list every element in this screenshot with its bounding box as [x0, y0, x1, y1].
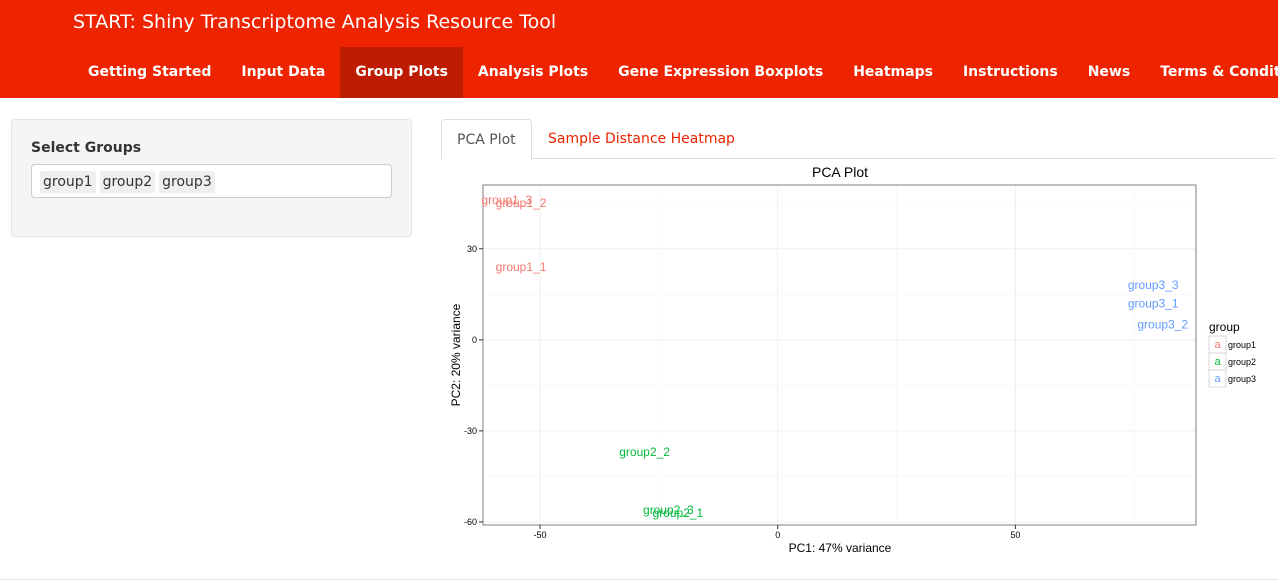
nav-item-gene-expression-boxplots[interactable]: Gene Expression Boxplots: [603, 47, 838, 98]
footer-divider: [0, 579, 1278, 580]
tab-pca-plot[interactable]: PCA Plot: [441, 119, 532, 160]
legend-key-glyph: a: [1214, 373, 1221, 385]
group-chip[interactable]: group3: [159, 171, 215, 193]
tab-sample-distance-heatmap[interactable]: Sample Distance Heatmap: [533, 119, 750, 160]
y-tick-label: -60: [464, 517, 477, 527]
point-label-group3-2: group3_2: [1137, 318, 1188, 332]
plot-panel-border: [482, 184, 1197, 526]
pca-plot: PCA Plot -50 0 50-60-30030 group1_3group1_…: [449, 164, 1256, 555]
point-label-group3-1: group3_1: [1128, 296, 1179, 310]
nav-item-news[interactable]: News: [1073, 47, 1145, 98]
nav-item-getting-started[interactable]: Getting Started: [73, 47, 226, 98]
y-tick-label: 30: [467, 244, 477, 254]
legend: group a group1 a group2 a group3: [1208, 320, 1256, 388]
nav-item-group-plots[interactable]: Group Plots: [340, 47, 463, 98]
group-select-input[interactable]: group1 group2 group3: [31, 164, 392, 198]
select-groups-label: Select Groups: [31, 140, 142, 156]
point-label-group1-1: group1_1: [496, 260, 547, 274]
navbar: START: Shiny Transcriptome Analysis Reso…: [0, 0, 1278, 98]
x-tick-label: 0: [775, 530, 780, 540]
plot-tabs: PCA Plot Sample Distance Heatmap: [441, 119, 1275, 160]
legend-title: group: [1209, 320, 1240, 334]
axes: -50 0 50 -60 -30 0 30: [464, 244, 1020, 540]
chart-title: PCA Plot: [812, 164, 868, 180]
point-label-group2-1: group2_1: [653, 506, 704, 520]
app-title: START: Shiny Transcriptome Analysis Reso…: [73, 11, 557, 33]
x-tick-label: 50: [1010, 530, 1020, 540]
legend-key-glyph: a: [1214, 339, 1221, 351]
y-axis-label: PC2: 20% variance: [449, 303, 463, 406]
group-chip[interactable]: group1: [40, 171, 96, 193]
x-axis-label: PC1: 47% variance: [789, 541, 892, 555]
point-label-group3-3: group3_3: [1128, 278, 1179, 292]
nav-menu: Getting Started Input Data Group Plots A…: [73, 47, 1278, 98]
x-tick-label: -50: [534, 530, 547, 540]
legend-key-glyph: a: [1214, 356, 1221, 368]
y-tick-label: 0: [472, 335, 477, 345]
nav-item-instructions[interactable]: Instructions: [948, 47, 1073, 98]
nav-item-terms-conditions[interactable]: Terms & Conditions: [1145, 47, 1278, 98]
point-label-group2-2: group2_2: [619, 445, 670, 459]
sidebar-panel: Select Groups group1 group2 group3: [11, 119, 412, 237]
nav-item-heatmaps[interactable]: Heatmaps: [838, 47, 948, 98]
y-tick-label: -30: [464, 426, 477, 436]
nav-item-analysis-plots[interactable]: Analysis Plots: [463, 47, 603, 98]
group-chip[interactable]: group2: [99, 171, 156, 193]
nav-item-input-data[interactable]: Input Data: [226, 47, 340, 98]
legend-label-group3: group3: [1228, 374, 1256, 384]
grid-lines: [483, 185, 1196, 525]
point-label-group1-2: group1_2: [496, 196, 547, 210]
data-labels: group1_3group1_2group1_1group2_2group2_3…: [481, 193, 1188, 520]
legend-label-group1: group1: [1228, 340, 1256, 350]
legend-label-group2: group2: [1228, 357, 1256, 367]
